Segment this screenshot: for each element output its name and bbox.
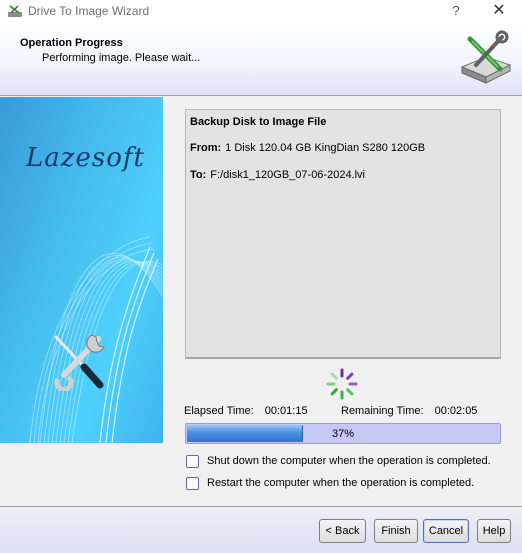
elapsed-value: 00:01:15	[264, 405, 308, 417]
remaining-time: Remaining Time: 00:02:05	[341, 405, 477, 417]
header-subtitle: Performing image. Please wait...	[42, 52, 201, 64]
source-row: From: 1 Disk 120.04 GB KingDian S280 120G…	[190, 142, 425, 154]
lazesoft-logo: Lazesoft	[26, 143, 145, 173]
app-icon	[7, 4, 23, 18]
disk-tools-icon	[460, 30, 512, 84]
header-title: Operation Progress	[20, 37, 123, 49]
restart-checkbox[interactable]	[186, 477, 199, 490]
back-button[interactable]: < Back	[319, 519, 366, 543]
remaining-value: 00:02:05	[434, 405, 478, 417]
help-button[interactable]: Help	[477, 519, 511, 543]
operation-title: Backup Disk to Image File	[190, 116, 327, 128]
progress-percent: 37%	[331, 428, 355, 440]
restart-label[interactable]: Restart the computer when the operation …	[207, 477, 474, 489]
wizard-header: Operation Progress Performing image. Ple…	[0, 23, 522, 95]
title-bar: Drive To Image Wizard ? ✕	[0, 0, 522, 23]
shutdown-label[interactable]: Shut down the computer when the operatio…	[207, 455, 491, 467]
window-title: Drive To Image Wizard	[28, 4, 150, 18]
shutdown-checkbox[interactable]	[186, 455, 199, 468]
from-value: 1 Disk 120.04 GB KingDian S280 120GB	[225, 142, 426, 154]
close-button[interactable]: ✕	[488, 2, 510, 20]
cancel-button[interactable]: Cancel	[423, 519, 469, 543]
progress-bar: 37%	[185, 423, 501, 444]
to-label: To:	[190, 169, 207, 181]
wrench-screwdriver-icon	[54, 334, 105, 391]
elapsed-label: Elapsed Time:	[184, 405, 254, 417]
to-value: F:/disk1_120GB_07-06-2024.lvi	[210, 169, 366, 181]
sidebar-banner: Lazesoft	[0, 97, 163, 443]
finish-button[interactable]: Finish	[374, 519, 418, 543]
destination-row: To: F:/disk1_120GB_07-06-2024.lvi	[190, 169, 365, 181]
loading-spinner-icon	[326, 368, 358, 400]
from-label: From:	[190, 142, 222, 154]
operation-info-panel: Backup Disk to Image File From: 1 Disk 12…	[185, 109, 501, 359]
help-title-button[interactable]: ?	[446, 2, 466, 20]
header-divider	[0, 95, 522, 96]
remaining-label: Remaining Time:	[341, 405, 424, 417]
elapsed-time: Elapsed Time: 00:01:15	[184, 405, 308, 417]
